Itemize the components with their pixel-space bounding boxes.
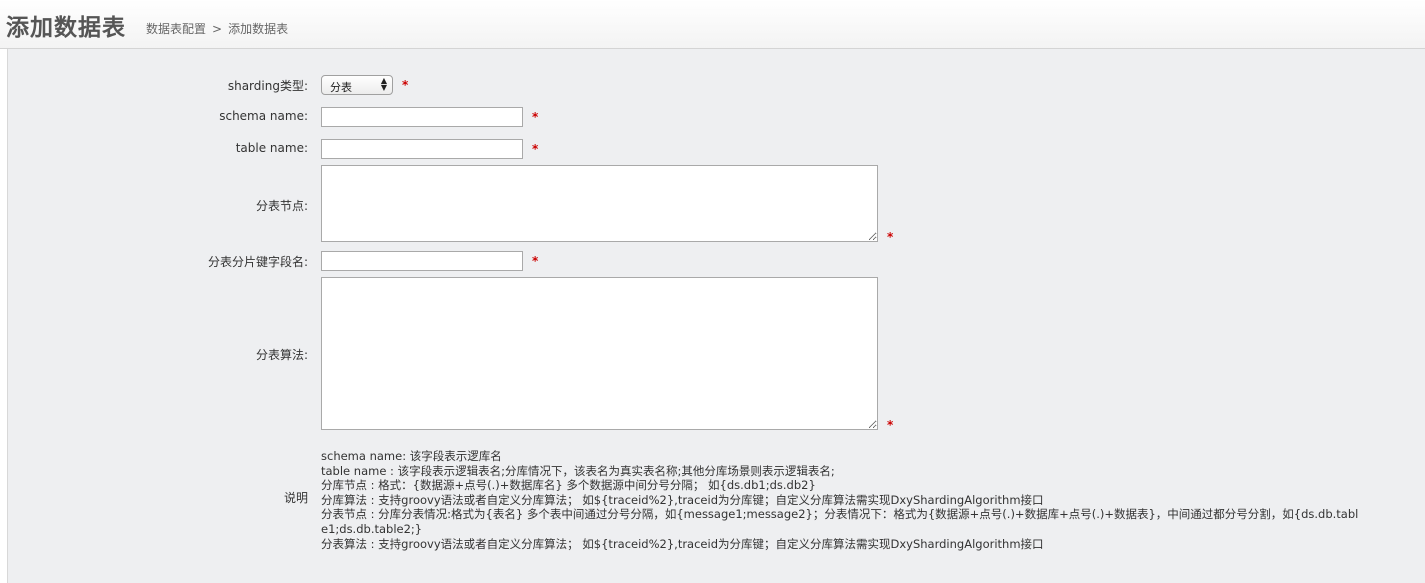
sharding-type-label: sharding类型: [227, 79, 308, 93]
select-arrows-icon: ▲ ▼ [380, 76, 387, 92]
breadcrumb-separator: > [212, 22, 223, 36]
required-mark: * [402, 78, 409, 92]
description-line: 分库节点 : 格式：{数据源+点号(.)+数据库名} 多个数据源中间分号分隔； … [321, 478, 816, 493]
table-name-label: table name: [235, 141, 308, 155]
page-title: 添加数据表 [6, 15, 126, 41]
required-mark: * [887, 418, 894, 432]
schema-name-label: schema name: [219, 109, 308, 123]
table-name-input[interactable] [321, 139, 523, 159]
shard-key-label: 分表分片键字段名: [207, 255, 308, 269]
description-line: schema name: 该字段表示逻库名 [321, 449, 502, 463]
required-mark: * [532, 110, 539, 124]
description-line: 分表算法 : 支持groovy语法或者自定义分库算法； 如${traceid%2… [321, 536, 1044, 551]
algorithm-textarea[interactable] [321, 277, 878, 430]
description-label: 说明 [283, 491, 308, 505]
breadcrumb: 数据表配置 > 添加数据表 [146, 20, 288, 37]
sharding-type-value: 分表 [330, 81, 352, 94]
description-line: 分库算法 : 支持groovy语法或者自定义分库算法； 如${traceid%2… [321, 492, 1044, 507]
shard-key-input[interactable] [321, 251, 523, 271]
breadcrumb-parent[interactable]: 数据表配置 [146, 22, 206, 36]
form-panel: sharding类型: 分表 ▲ ▼ * schema name: * table… [7, 49, 1425, 583]
required-mark: * [532, 142, 539, 156]
description-line: 分表节点 : 分库分表情况:格式为{表名} 多个表中间通过分号分隔，如{mess… [321, 507, 1359, 522]
table-nodes-label: 分表节点: [255, 199, 308, 213]
table-nodes-textarea[interactable] [321, 165, 878, 242]
required-mark: * [532, 254, 539, 268]
schema-name-input[interactable] [321, 107, 523, 127]
breadcrumb-current: 添加数据表 [228, 22, 289, 36]
algorithm-label: 分表算法: [255, 348, 308, 362]
page-header: 添加数据表 数据表配置 > 添加数据表 [0, 0, 1425, 49]
required-mark: * [887, 230, 894, 244]
description-text: schema name: 该字段表示逻库名 table name : 该字段表示… [321, 449, 1359, 551]
sharding-type-select[interactable]: 分表 ▲ ▼ [321, 75, 393, 95]
description-line: table name : 该字段表示逻辑表名;分库情况下，该表名为真实表名称;其… [321, 463, 835, 478]
description-line: e1;ds.db.table2;} [321, 521, 423, 536]
